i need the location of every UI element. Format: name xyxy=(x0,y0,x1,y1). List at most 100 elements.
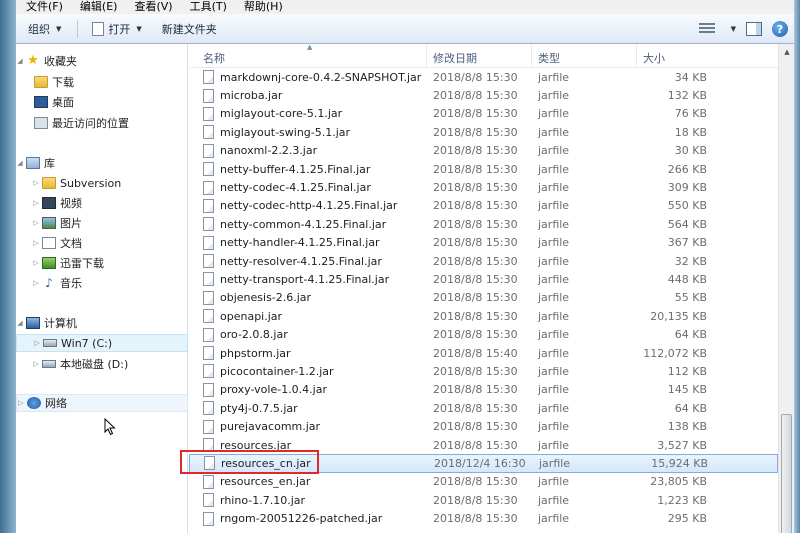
file-name-cell[interactable]: openapi.jar xyxy=(189,309,427,324)
file-type: jarfile xyxy=(539,456,571,470)
menu-help[interactable]: 帮助(H) xyxy=(234,0,290,14)
column-header-name[interactable]: ▲ 名称 xyxy=(189,44,427,68)
nav-thunder[interactable]: ▷ 迅雷下载 xyxy=(16,254,188,272)
collapse-icon[interactable]: ◢ xyxy=(16,57,24,65)
video-icon xyxy=(42,197,56,209)
nav-desktop[interactable]: 桌面 xyxy=(16,93,188,111)
expand-icon[interactable]: ▷ xyxy=(32,259,40,267)
expand-icon[interactable]: ▷ xyxy=(32,219,40,227)
nav-downloads[interactable]: 下载 xyxy=(16,73,188,91)
expand-icon[interactable]: ▷ xyxy=(32,199,40,207)
nav-pictures[interactable]: ▷ 图片 xyxy=(16,214,188,232)
nav-libraries[interactable]: ◢ 库 xyxy=(16,154,188,172)
file-row[interactable]: pty4j-0.7.5.jar 2018/8/8 15:30 jarfile 64 K… xyxy=(189,399,778,417)
expand-icon[interactable]: ▷ xyxy=(17,399,25,407)
nav-favorites[interactable]: ◢ ★ 收藏夹 xyxy=(16,52,188,70)
file-name-cell[interactable]: objenesis-2.6.jar xyxy=(189,290,427,305)
file-name-cell[interactable]: nanoxml-2.2.3.jar xyxy=(189,143,427,158)
menu-view[interactable]: 查看(V) xyxy=(124,0,179,14)
file-row[interactable]: oro-2.0.8.jar 2018/8/8 15:30 jarfile 64 KB xyxy=(189,325,778,343)
column-header-type[interactable]: 类型 xyxy=(532,44,637,68)
file-name-cell[interactable]: oro-2.0.8.jar xyxy=(189,327,427,342)
collapse-icon[interactable]: ◢ xyxy=(16,159,24,167)
file-row[interactable]: netty-handler-4.1.25.Final.jar 2018/8/8 1… xyxy=(189,234,778,252)
jar-file-icon xyxy=(203,272,214,287)
expand-icon[interactable]: ▷ xyxy=(32,239,40,247)
file-name-cell[interactable]: netty-resolver-4.1.25.Final.jar xyxy=(189,254,427,269)
jar-file-icon xyxy=(203,198,214,213)
file-name-cell[interactable]: phpstorm.jar xyxy=(189,346,427,361)
file-row[interactable]: netty-common-4.1.25.Final.jar 2018/8/8 15… xyxy=(189,215,778,233)
file-row[interactable]: objenesis-2.6.jar 2018/8/8 15:30 jarfile 55… xyxy=(189,289,778,307)
collapse-icon[interactable]: ◢ xyxy=(16,319,24,327)
file-row[interactable]: netty-codec-http-4.1.25.Final.jar 2018/8/… xyxy=(189,197,778,215)
menu-file[interactable]: 文件(F) xyxy=(16,0,70,14)
file-name-cell[interactable]: rngom-20051226-patched.jar xyxy=(189,511,427,526)
view-options-chevron-icon[interactable]: ▼ xyxy=(731,25,736,33)
file-name-cell[interactable]: pty4j-0.7.5.jar xyxy=(189,401,427,416)
file-name-cell[interactable]: netty-handler-4.1.25.Final.jar xyxy=(189,235,427,250)
expand-icon[interactable]: ▷ xyxy=(32,279,40,287)
nav-computer[interactable]: ◢ 计算机 xyxy=(16,314,188,332)
file-type: jarfile xyxy=(538,438,570,452)
file-row[interactable]: netty-transport-4.1.25.Final.jar 2018/8/8… xyxy=(189,270,778,288)
file-row[interactable]: markdownj-core-0.4.2-SNAPSHOT.jar 2018/8/… xyxy=(189,68,778,86)
file-name-cell[interactable]: netty-codec-http-4.1.25.Final.jar xyxy=(189,198,427,213)
nav-recent[interactable]: 最近访问的位置 xyxy=(16,114,188,132)
file-row[interactable]: resources_en.jar 2018/8/8 15:30 jarfile 23,… xyxy=(189,473,778,491)
file-name-cell[interactable]: picocontainer-1.2.jar xyxy=(189,364,427,379)
column-header-size[interactable]: 大小 xyxy=(637,44,711,68)
file-name-cell[interactable]: netty-buffer-4.1.25.Final.jar xyxy=(189,162,427,177)
file-name-cell[interactable]: microba.jar xyxy=(189,88,427,103)
expand-icon[interactable]: ▷ xyxy=(32,360,40,368)
nav-local-disk[interactable]: ▷ 本地磁盘 (D:) xyxy=(16,355,188,373)
file-date: 2018/8/8 15:30 xyxy=(433,107,518,121)
expand-icon[interactable]: ▷ xyxy=(33,339,41,347)
file-row[interactable]: rhino-1.7.10.jar 2018/8/8 15:30 jarfile 1,2… xyxy=(189,491,778,509)
file-row[interactable]: openapi.jar 2018/8/8 15:30 jarfile 20,135 K… xyxy=(189,307,778,325)
file-row[interactable]: miglayout-core-5.1.jar 2018/8/8 15:30 jarf… xyxy=(189,105,778,123)
vertical-scrollbar[interactable]: ▲ xyxy=(778,44,794,533)
file-row[interactable]: miglayout-swing-5.1.jar 2018/8/8 15:30 jar… xyxy=(189,123,778,141)
file-row[interactable]: netty-resolver-4.1.25.Final.jar 2018/8/8 … xyxy=(189,252,778,270)
help-icon[interactable]: ? xyxy=(772,21,788,37)
file-row[interactable]: netty-buffer-4.1.25.Final.jar 2018/8/8 15… xyxy=(189,160,778,178)
file-size: 448 KB xyxy=(667,272,707,286)
file-row[interactable]: phpstorm.jar 2018/8/8 15:40 jarfile 112,072… xyxy=(189,344,778,362)
file-row[interactable]: nanoxml-2.2.3.jar 2018/8/8 15:30 jarfile 30… xyxy=(189,142,778,160)
file-name-cell[interactable]: resources_en.jar xyxy=(189,474,427,489)
file-row[interactable]: rngom-20051226-patched.jar 2018/8/8 15:30… xyxy=(189,509,778,527)
nav-documents[interactable]: ▷ 文档 xyxy=(16,234,188,252)
file-type: jarfile xyxy=(538,272,570,286)
column-header-date[interactable]: 修改日期 xyxy=(427,44,532,68)
file-name-cell[interactable]: purejavacomm.jar xyxy=(189,419,427,434)
file-name-cell[interactable]: netty-common-4.1.25.Final.jar xyxy=(189,217,427,232)
file-name-cell[interactable]: miglayout-swing-5.1.jar xyxy=(189,125,427,140)
organize-button[interactable]: 组织 ▼ xyxy=(16,18,69,40)
file-row[interactable]: proxy-vole-1.0.4.jar 2018/8/8 15:30 jarfil… xyxy=(189,381,778,399)
menu-tools[interactable]: 工具(T) xyxy=(180,0,234,14)
nav-music[interactable]: ▷ ♪ 音乐 xyxy=(16,274,188,292)
nav-videos[interactable]: ▷ 视频 xyxy=(16,194,188,212)
file-name-cell[interactable]: netty-transport-4.1.25.Final.jar xyxy=(189,272,427,287)
open-button[interactable]: 打开 ▼ xyxy=(80,18,149,40)
scroll-up-icon[interactable]: ▲ xyxy=(779,44,794,60)
file-row[interactable]: microba.jar 2018/8/8 15:30 jarfile 132 KB xyxy=(189,86,778,104)
expand-icon[interactable]: ▷ xyxy=(32,179,40,187)
file-name-cell[interactable]: rhino-1.7.10.jar xyxy=(189,493,427,508)
new-folder-button[interactable]: 新建文件夹 xyxy=(150,18,225,40)
change-view-icon[interactable] xyxy=(698,23,715,35)
menu-edit[interactable]: 编辑(E) xyxy=(70,0,125,14)
nav-win7-drive[interactable]: ▷ Win7 (C:) xyxy=(16,334,188,352)
scrollbar-thumb[interactable] xyxy=(781,414,792,533)
file-name-cell[interactable]: markdownj-core-0.4.2-SNAPSHOT.jar xyxy=(189,70,427,85)
nav-subversion[interactable]: ▷ Subversion xyxy=(16,174,188,192)
file-name-cell[interactable]: netty-codec-4.1.25.Final.jar xyxy=(189,180,427,195)
file-row[interactable]: picocontainer-1.2.jar 2018/8/8 15:30 jarfi… xyxy=(189,362,778,380)
file-row[interactable]: netty-codec-4.1.25.Final.jar 2018/8/8 15:… xyxy=(189,178,778,196)
file-row[interactable]: purejavacomm.jar 2018/8/8 15:30 jarfile 138… xyxy=(189,417,778,435)
file-name-cell[interactable]: proxy-vole-1.0.4.jar xyxy=(189,382,427,397)
file-name-cell[interactable]: miglayout-core-5.1.jar xyxy=(189,106,427,121)
preview-pane-icon[interactable] xyxy=(746,22,762,36)
nav-network[interactable]: ▷ 网络 xyxy=(16,394,188,412)
